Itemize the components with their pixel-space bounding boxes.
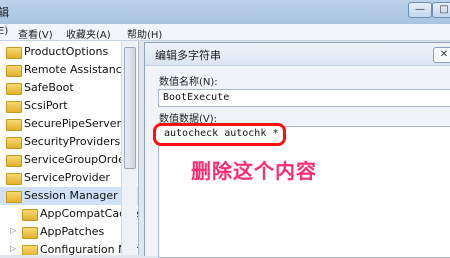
folder-icon [6,173,22,185]
tree-item-label: Remote Assistance [24,63,129,76]
maximize-button[interactable]: □ [432,2,450,18]
maximize-icon: □ [439,4,449,15]
tree-item-label: ServiceProvider [24,171,110,184]
tree-item-label: AppPatches [40,225,105,238]
tree-item-remote-assistance[interactable]: Remote Assistance [0,61,138,79]
highlight-annotation-box: autocheck autochk * [153,123,286,146]
tree-item-label: ProductOptions [24,45,109,58]
folder-open-icon [6,191,22,203]
tree-item-label: SafeBoot [24,81,74,94]
tree-item-securityproviders[interactable]: SecurityProviders [0,133,138,151]
folder-icon [22,209,38,221]
tree-item-securepipeservers[interactable]: SecurePipeServers [0,115,138,133]
minimize-button[interactable]: — [408,2,432,18]
edit-multistring-dialog: 编辑多字符串 ✕ 数值名称(N): BootExecute 数值数据(V): a… [144,42,450,258]
folder-icon [22,245,38,255]
folder-icon [6,137,22,149]
value-data-text[interactable]: autocheck autochk * [164,128,278,139]
dialog-close-button[interactable]: ✕ [433,47,450,63]
window-title-bar: 辑 — □ [0,0,450,24]
tree-item-safeboot[interactable]: SafeBoot [0,79,138,97]
tree-scrollbar[interactable] [121,41,137,255]
menu-bar: E) 查看(V) 收藏夹(A) 帮助(H) [0,24,450,41]
tree-item-label: Session Manager [24,189,118,202]
tree-item-configuration-manager[interactable]: ▷ Configuration Manager [0,241,138,255]
value-name-text: BootExecute [163,92,230,103]
close-icon: ✕ [439,49,449,60]
tree-item-label: ServiceGroupOrder [24,153,130,166]
expand-arrow-icon[interactable]: ▷ [10,244,16,253]
menu-view[interactable]: 查看(V) [18,26,53,41]
registry-tree: ProductOptions Remote Assistance SafeBoo… [0,41,139,255]
folder-icon [22,227,38,239]
tree-scrollbar-thumb[interactable] [124,47,136,169]
tree-item-servicegrouporder[interactable]: ServiceGroupOrder [0,151,138,169]
tree-item-apppatches[interactable]: ▷ AppPatches [0,223,138,241]
tree-item-serviceprovider[interactable]: ServiceProvider [0,169,138,187]
tree-item-productoptions[interactable]: ProductOptions [0,43,138,61]
value-name-field: BootExecute [158,89,450,107]
menu-help[interactable]: 帮助(H) [127,26,162,41]
tree-item-scsiport[interactable]: ScsiPort [0,97,138,115]
folder-icon [6,155,22,167]
tree-item-appcompatcache[interactable]: AppCompatCache [0,205,138,223]
folder-icon [6,119,22,131]
folder-icon [6,101,22,113]
tree-item-label: ScsiPort [24,99,68,112]
dialog-title: 编辑多字符串 [155,49,221,62]
expand-arrow-icon[interactable]: ▷ [10,226,16,235]
tree-item-session-manager[interactable]: Session Manager [0,187,138,205]
menu-edit[interactable]: E) [0,26,8,37]
tree-item-label: SecurePipeServers [24,117,127,130]
folder-icon [6,83,22,95]
minimize-icon: — [415,4,425,15]
annotation-delete-note: 删除这个内容 [191,159,317,183]
window-title: 辑 [0,6,9,19]
value-name-label: 数值名称(N): [159,77,218,88]
folder-icon [6,47,22,59]
tree-item-label: SecurityProviders [24,135,121,148]
dialog-title-bar: 编辑多字符串 ✕ [145,43,450,66]
folder-icon [6,65,22,77]
menu-favorites[interactable]: 收藏夹(A) [66,26,111,41]
